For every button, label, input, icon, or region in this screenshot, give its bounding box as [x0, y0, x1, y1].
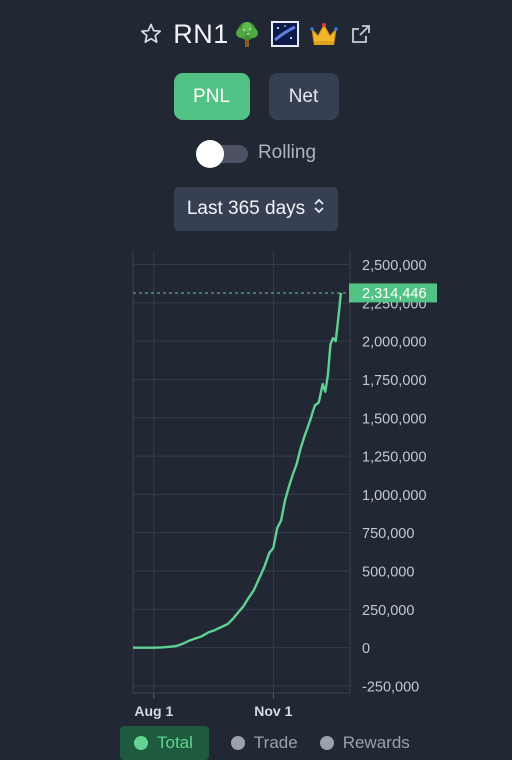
current-value-label: 2,314,446: [362, 286, 427, 302]
y-tick-label: 750,000: [362, 526, 414, 542]
y-axis-labels: 2,500,0002,250,0002,000,0001,750,0001,50…: [362, 258, 427, 696]
x-tick-label: Aug 1: [134, 703, 173, 719]
legend-total[interactable]: Total: [120, 726, 209, 760]
mode-toggle-group: PNL Net: [0, 73, 512, 120]
crown-emoji-icon: [309, 21, 339, 47]
date-range-value: Last 365 days: [186, 198, 306, 219]
legend-rewards[interactable]: Rewards: [319, 726, 410, 760]
legend-dot-icon: [319, 736, 334, 750]
chart-series: [133, 292, 343, 649]
star-outline-icon[interactable]: [139, 22, 163, 46]
legend-label: Rewards: [342, 733, 410, 752]
y-tick-label: 2,000,000: [362, 335, 427, 351]
external-link-icon[interactable]: [349, 22, 373, 46]
date-range-select[interactable]: Last 365 days: [174, 187, 338, 231]
header: RN1: [0, 14, 512, 54]
series-line-total: [133, 292, 343, 649]
rolling-switch[interactable]: [195, 140, 248, 168]
legend-label: Trade: [253, 733, 298, 752]
series-legend: Total Trade Rewards: [120, 726, 410, 760]
legend-dot-icon: [230, 736, 245, 750]
pnl-button[interactable]: PNL: [173, 73, 250, 120]
y-tick-label: 500,000: [362, 565, 414, 581]
y-tick-label: 1,750,000: [362, 373, 427, 389]
y-tick-label: 1,000,000: [362, 488, 427, 504]
rolling-toggle-row: Rolling: [0, 140, 512, 168]
legend-dot-icon: [134, 736, 148, 750]
rolling-switch-knob: [195, 140, 224, 168]
x-tick-label: Nov 1: [254, 703, 292, 719]
night-sky-badge-icon: [270, 21, 299, 47]
legend-label: Total: [157, 733, 193, 752]
y-tick-label: 2,500,000: [362, 258, 427, 274]
page-title: RN1: [173, 18, 229, 49]
legend-trade[interactable]: Trade: [230, 726, 298, 760]
chart-grid: [132, 250, 351, 699]
pnl-chart: 2,500,0002,250,0002,000,0001,750,0001,50…: [132, 250, 437, 719]
y-tick-label: 1,250,000: [362, 450, 427, 466]
x-axis-labels: Aug 1 Nov 1: [134, 703, 292, 719]
y-tick-label: -250,000: [362, 680, 419, 696]
current-value-marker: 2,314,446: [133, 283, 437, 303]
y-tick-label: 0: [362, 641, 370, 657]
tree-emoji-icon: [233, 20, 261, 48]
net-button[interactable]: Net: [268, 73, 339, 120]
rolling-label: Rolling: [257, 142, 317, 163]
y-tick-label: 250,000: [362, 603, 414, 619]
y-tick-label: 1,500,000: [362, 411, 427, 427]
chevron-updown-icon: [313, 197, 325, 221]
